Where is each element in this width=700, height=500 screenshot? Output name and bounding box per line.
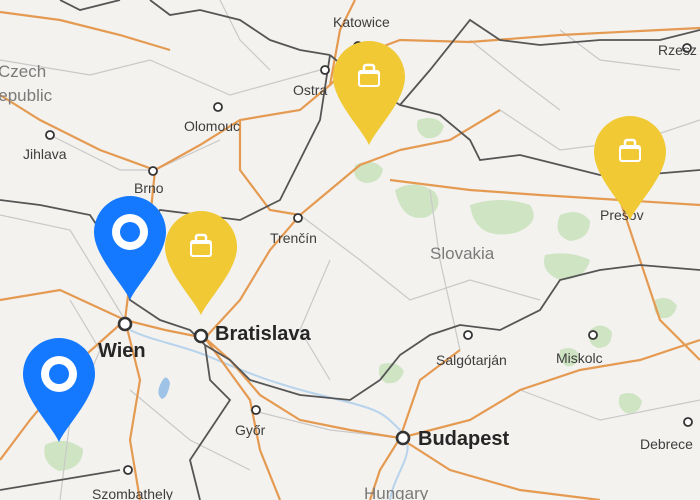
briefcase-pin-icon [594,116,666,220]
city-label-katowice: Katowice [333,14,390,30]
location-pin-wien-south[interactable] [19,334,99,444]
city-label-olomouc: Olomouc [184,118,241,134]
city-label-szombathely: Szombathely [92,486,173,500]
briefcase-pin-icon [333,41,405,145]
country-label-czech-line1: Czech [0,62,47,81]
city-label-budapest: Budapest [418,428,510,450]
city-label-ostrava: Ostra [293,82,328,98]
city-label-salgotarjan: Salgótarján [436,352,507,368]
city-label-bratislava: Bratislava [215,323,311,345]
lake [158,377,170,399]
city-label-debrecen: Debrece [640,436,693,452]
location-pin-brno[interactable] [90,192,170,302]
location-pin-icon [94,196,166,300]
briefcase-pin-ostrava[interactable] [329,37,409,147]
map-view[interactable]: Czech Republic Slovakia Hungary Katowice… [0,0,700,500]
briefcase-pin-icon [165,211,237,315]
country-label-slovakia: Slovakia [430,244,495,263]
city-label-jihlava: Jihlava [23,146,67,162]
city-label-wien: Wien [98,340,146,362]
briefcase-pin-bratislava[interactable] [161,207,241,317]
city-label-gyor: Győr [235,422,266,438]
briefcase-pin-presov[interactable] [590,112,670,222]
location-pin-icon [23,338,95,442]
country-label-czech-line2: Republic [0,86,53,105]
city-label-rzeszow: Rzesz [658,42,697,58]
country-label-hungary: Hungary [364,484,429,500]
city-label-trencin: Trenčín [270,230,317,246]
city-label-miskolc: Miskolc [556,350,603,366]
